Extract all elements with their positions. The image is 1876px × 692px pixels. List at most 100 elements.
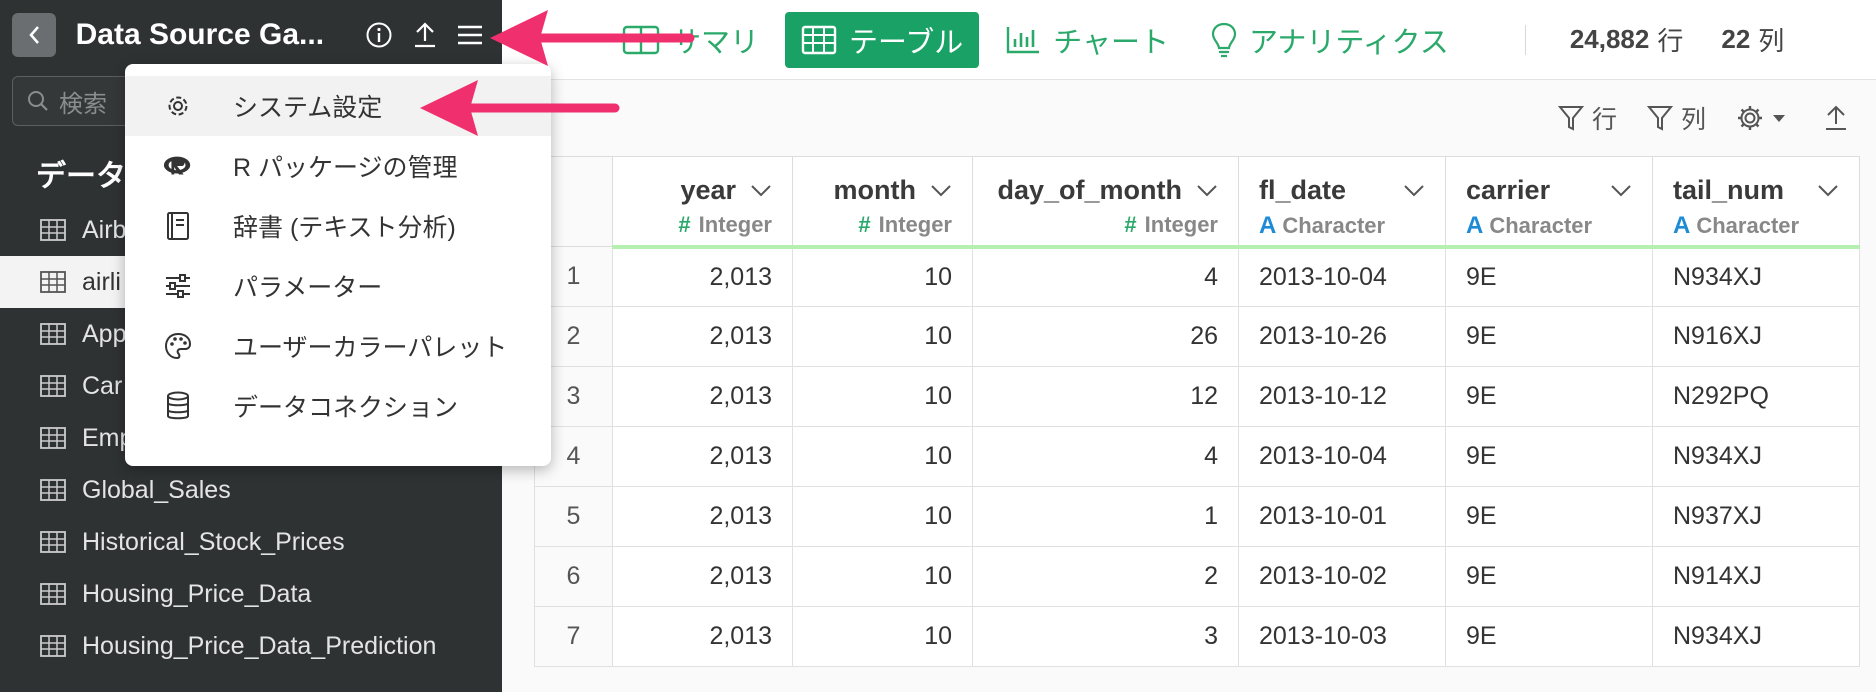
table-row: 2 2,013 10 26 2013-10-26 9E N916XJ (534, 306, 1860, 367)
export-button[interactable] (405, 15, 445, 55)
table-cell[interactable]: 10 (792, 306, 973, 367)
column-header-carrier[interactable]: carrier A Character (1445, 156, 1653, 249)
table-cell[interactable]: 2013-10-04 (1238, 426, 1446, 487)
column-header-fl-date[interactable]: fl_date A Character (1238, 156, 1446, 249)
chevron-down-icon[interactable] (750, 184, 772, 198)
table-cell[interactable]: 12 (972, 366, 1239, 427)
menu-item-dictionary[interactable]: 辞書 (テキスト分析) (125, 196, 551, 256)
table-cell[interactable]: 9E (1445, 306, 1653, 367)
table-cell[interactable]: N934XJ (1652, 606, 1860, 667)
table-cell[interactable]: 2,013 (612, 426, 793, 487)
table-cell[interactable]: 2013-10-26 (1238, 306, 1446, 367)
table-cell[interactable]: 2,013 (612, 366, 793, 427)
sidebar-item-label: Housing_Price_Data (82, 579, 312, 608)
table-cell[interactable]: 2,013 (612, 246, 793, 307)
upload-icon (1826, 105, 1846, 130)
table-cell[interactable]: N934XJ (1652, 426, 1860, 487)
table-cell[interactable]: 2,013 (612, 546, 793, 607)
chevron-down-icon[interactable] (930, 184, 952, 198)
table-cell[interactable]: 2013-10-03 (1238, 606, 1446, 667)
chevron-down-icon[interactable] (1403, 184, 1425, 198)
tab-chart[interactable]: チャート (989, 12, 1185, 68)
table-cell[interactable]: 2013-10-12 (1238, 366, 1446, 427)
table-cell[interactable]: 2013-10-01 (1238, 486, 1446, 547)
column-name: carrier (1466, 175, 1551, 205)
table-cell[interactable]: N914XJ (1652, 546, 1860, 607)
sidebar-item-label: Car (82, 371, 123, 400)
summary-icon (622, 25, 660, 54)
table-cell[interactable]: N292PQ (1652, 366, 1860, 427)
table-row: 7 2,013 10 3 2013-10-03 9E N934XJ (534, 606, 1860, 667)
table-cell[interactable]: 9E (1445, 366, 1653, 427)
table-cell[interactable]: 10 (792, 366, 973, 427)
table-cell[interactable]: 3 (972, 606, 1239, 667)
menu-item-data-connection[interactable]: データコネクション (125, 376, 551, 436)
table-cell[interactable]: 10 (792, 486, 973, 547)
table-cell[interactable]: 10 (792, 606, 973, 667)
column-filter-button[interactable]: 列 (1646, 100, 1706, 136)
table-cell[interactable]: 2 (972, 546, 1239, 607)
integer-type-icon: # (1124, 212, 1137, 237)
export-table-button[interactable] (1824, 104, 1856, 132)
table-cell[interactable]: 2013-10-02 (1238, 546, 1446, 607)
table-cell[interactable]: 10 (792, 246, 973, 307)
tab-summary[interactable]: サマリ (606, 12, 775, 68)
table-cell[interactable]: 9E (1445, 546, 1653, 607)
menu-item-label: 辞書 (テキスト分析) (233, 214, 456, 242)
menu-item-parameters[interactable]: パラメーター (125, 256, 551, 316)
chevron-down-icon[interactable] (1196, 184, 1218, 198)
table-cell[interactable]: 4 (972, 246, 1239, 307)
tab-table[interactable]: テーブル (785, 11, 980, 68)
info-button[interactable] (359, 15, 399, 55)
row-filter-label: 行 (1591, 106, 1617, 134)
table-cell[interactable]: N934XJ (1652, 246, 1860, 307)
row-count: 24,882 (1569, 24, 1650, 54)
table-cell[interactable]: 4 (972, 426, 1239, 487)
settings-dropdown-button[interactable] (1736, 104, 1794, 132)
table-cell[interactable]: 26 (972, 306, 1239, 367)
table-cell[interactable]: 2013-10-04 (1238, 246, 1446, 307)
project-menu-dropdown: システム設定 R パッケージの管理 辞書 (テキスト分析) パラメーター ユーザ… (125, 64, 551, 466)
back-button[interactable] (12, 13, 56, 57)
menu-item-r-packages[interactable]: R パッケージの管理 (125, 136, 551, 196)
column-header-tail-num[interactable]: tail_num A Character (1652, 156, 1860, 249)
table-cell[interactable]: 9E (1445, 486, 1653, 547)
table-cell[interactable]: N916XJ (1652, 306, 1860, 367)
chevron-down-icon[interactable] (1817, 184, 1839, 198)
sidebar-item[interactable]: Housing_Price_Data (0, 568, 502, 620)
table-toolbar: 行 列 (502, 80, 1876, 156)
table-cell[interactable]: 2,013 (612, 486, 793, 547)
menu-item-system-settings[interactable]: システム設定 (125, 76, 551, 136)
data-table: year # Integer month # Integer day_of_mont… (534, 156, 1860, 667)
hamburger-menu-button[interactable] (450, 15, 490, 55)
table-icon (40, 479, 66, 501)
chevron-down-icon[interactable] (1610, 184, 1632, 198)
column-header-day-of-month[interactable]: day_of_month # Integer (972, 156, 1239, 249)
table-cell[interactable]: 9E (1445, 246, 1653, 307)
sidebar-item[interactable]: Global_Sales (0, 464, 502, 516)
table-cell[interactable]: 9E (1445, 426, 1653, 487)
menu-item-label: データコネクション (233, 394, 459, 422)
filter-icon (1557, 106, 1584, 131)
table-cell[interactable]: 2,013 (612, 306, 793, 367)
menu-item-color-palette[interactable]: ユーザーカラーパレット (125, 316, 551, 376)
gear-icon (168, 96, 188, 116)
table-cell[interactable]: 9E (1445, 606, 1653, 667)
sidebar-item[interactable]: Historical_Stock_Prices (0, 516, 502, 568)
tab-label: チャート (1053, 26, 1169, 59)
column-header-month[interactable]: month # Integer (792, 156, 973, 249)
table-cell[interactable]: 1 (972, 486, 1239, 547)
table-cell[interactable]: 10 (792, 426, 973, 487)
sidebar-item[interactable]: Housing_Price_Data_Prediction (0, 620, 502, 672)
col-count: 22 (1721, 24, 1751, 54)
table-row: 1 2,013 10 4 2013-10-04 9E N934XJ (534, 246, 1860, 307)
tab-analytics[interactable]: アナリティクス (1195, 12, 1465, 68)
row-index: 7 (534, 606, 613, 667)
column-header-year[interactable]: year # Integer (612, 156, 793, 249)
table-cell[interactable]: 2,013 (612, 606, 793, 667)
table-cell[interactable]: N937XJ (1652, 486, 1860, 547)
bulb-icon (1211, 22, 1237, 57)
character-type-icon: A (1673, 212, 1691, 239)
table-cell[interactable]: 10 (792, 546, 973, 607)
row-filter-button[interactable]: 行 (1557, 100, 1617, 136)
